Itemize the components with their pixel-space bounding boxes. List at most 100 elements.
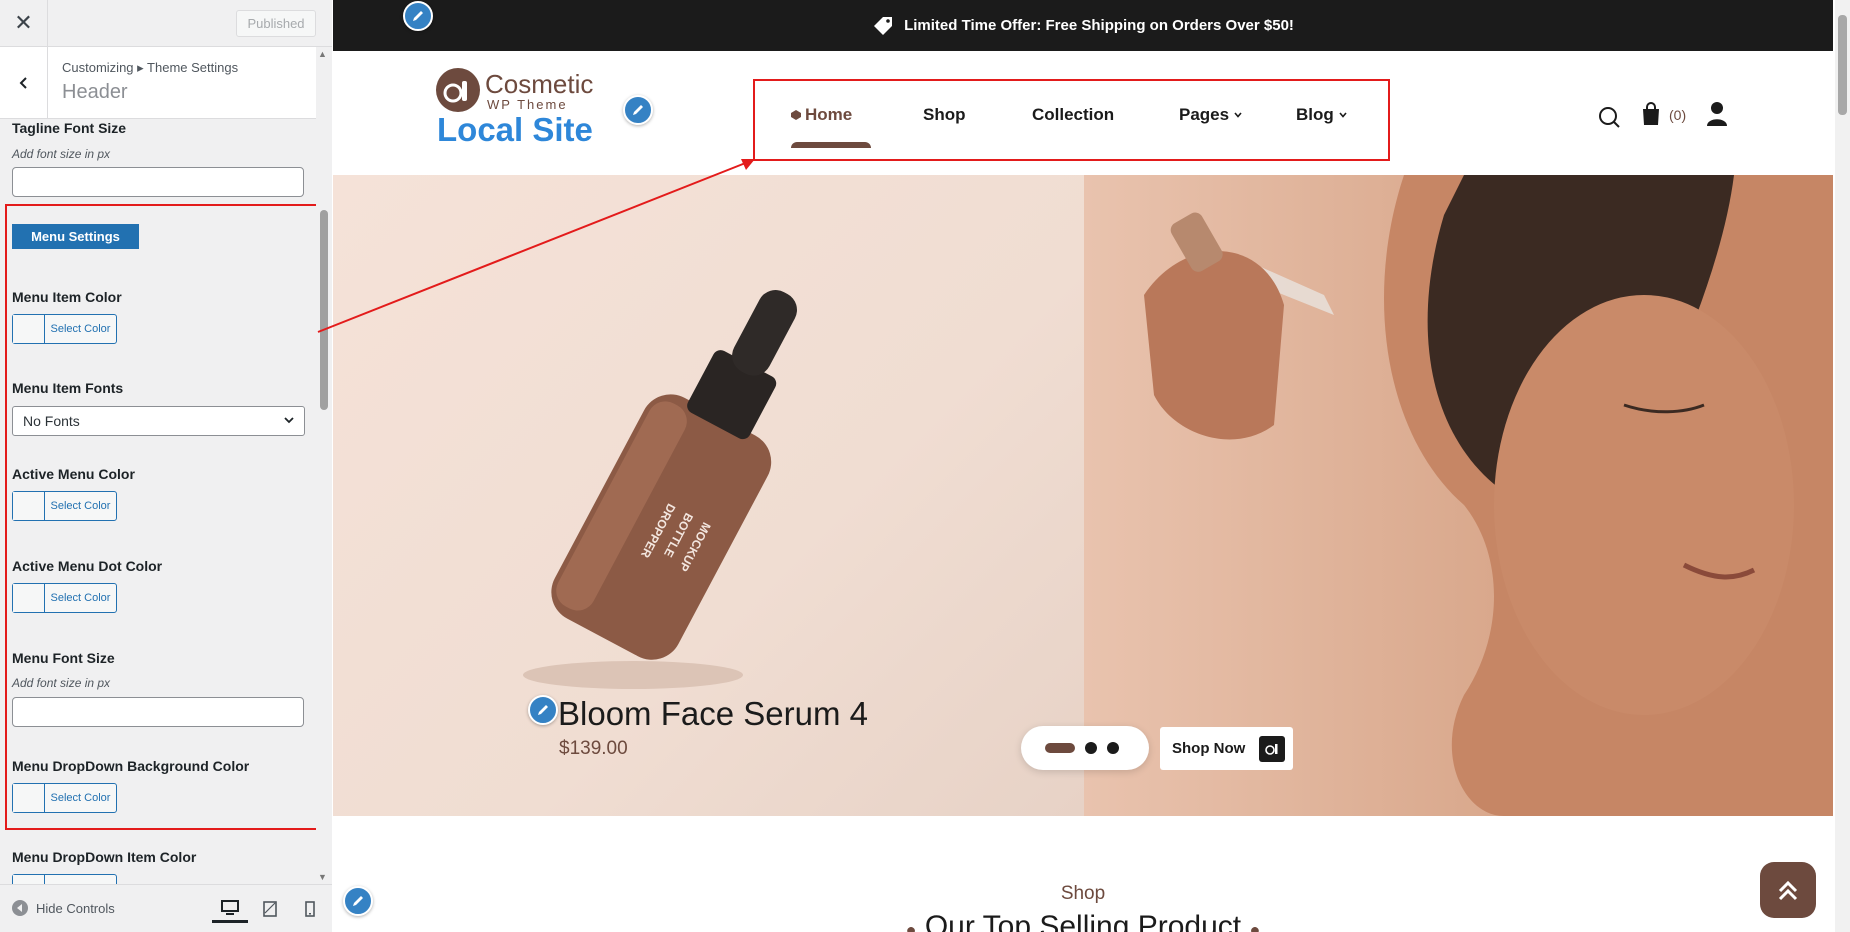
back-button[interactable] <box>0 47 48 119</box>
preview-mobile-button[interactable] <box>292 895 328 923</box>
close-customizer-button[interactable]: ✕ <box>0 0 48 46</box>
color-swatch <box>13 584 45 612</box>
menu-settings-heading: Menu Settings <box>12 224 139 249</box>
section-eyebrow: Shop <box>1060 883 1106 904</box>
sidebar-scrollbar[interactable] <box>316 47 332 884</box>
sidebar-scroll-thumb[interactable] <box>320 210 328 410</box>
nav-item-pages[interactable]: Pages <box>1179 105 1243 125</box>
chevron-down-icon <box>1234 112 1242 118</box>
slider-dot[interactable] <box>1085 742 1097 754</box>
nav-label: Collection <box>1032 105 1115 124</box>
logo-mark <box>436 68 480 112</box>
preview-scroll-thumb[interactable] <box>1838 15 1847 115</box>
hero-model-image <box>1084 175 1833 816</box>
nav-item-blog[interactable]: Blog <box>1296 105 1348 125</box>
preview-desktop-button[interactable] <box>212 895 248 923</box>
tagline-font-size-desc: Add font size in px <box>12 147 111 161</box>
edit-shortcut-slider[interactable] <box>528 695 558 725</box>
tablet-icon <box>263 901 277 917</box>
dropdown-bg-color-picker[interactable]: Select Color <box>12 783 117 813</box>
mobile-icon <box>305 901 315 917</box>
color-swatch <box>13 315 45 343</box>
promo-text: Limited Time Offer: Free Shipping on Ord… <box>904 17 1294 34</box>
publish-button[interactable]: Published <box>236 10 316 37</box>
slide-title[interactable]: Bloom Face Serum 4 <box>558 695 868 733</box>
select-color-label: Select Color <box>50 792 111 804</box>
customizer-header-bar: ✕ Published <box>0 0 332 47</box>
slider-dot[interactable] <box>1107 742 1119 754</box>
dropdown-item-color-label: Menu DropDown Item Color <box>12 849 197 865</box>
nav-label: Shop <box>923 105 966 124</box>
dropdown-item-color-picker[interactable]: Select Color <box>12 874 117 884</box>
customizer-footer: Hide Controls <box>0 884 332 932</box>
section-header: Customizing ▸ Theme Settings Header <box>0 47 316 119</box>
menu-item-fonts-select[interactable]: No Fonts <box>12 406 305 436</box>
active-menu-dot-color-label: Active Menu Dot Color <box>12 558 163 574</box>
active-menu-color-picker[interactable]: Select Color <box>12 491 117 521</box>
logo-subtitle: WP Theme <box>487 97 568 112</box>
nav-item-shop[interactable]: Shop <box>923 105 966 125</box>
double-chevron-up-icon <box>1778 880 1798 901</box>
section-heading: ● Our Top Selling Product ● <box>333 910 1833 932</box>
active-nav-indicator <box>791 142 871 148</box>
section-title: Header <box>62 81 128 103</box>
color-swatch <box>13 875 45 884</box>
chevron-down-icon <box>284 417 294 424</box>
heading-dot-icon: ● <box>1249 920 1261 932</box>
arrow-left-circle-icon <box>12 900 28 916</box>
color-swatch <box>13 492 45 520</box>
desktop-icon <box>221 899 239 915</box>
edit-shortcut-topbar[interactable] <box>403 1 433 31</box>
menu-font-size-label: Menu Font Size <box>12 650 115 666</box>
preview-scrollbar[interactable] <box>1835 0 1850 932</box>
customizer-sidebar: ✕ Published Customizing ▸ Theme Settings… <box>0 0 332 932</box>
back-to-top-button[interactable] <box>1760 862 1816 918</box>
logo-title: Cosmetic <box>485 69 594 99</box>
scroll-up-arrow-icon[interactable]: ▲ <box>318 49 327 59</box>
slider-pagination <box>1021 726 1149 770</box>
controls-panel: Tagline Font Size Add font size in px Me… <box>0 119 316 884</box>
slider-dot-active[interactable] <box>1045 743 1075 753</box>
menu-font-size-input[interactable] <box>12 697 304 727</box>
slide-price: $139.00 <box>559 738 628 759</box>
select-color-label: Select Color <box>50 500 111 512</box>
shop-now-label: Shop Now <box>1172 740 1246 757</box>
nav-item-home[interactable]: Home <box>791 105 852 125</box>
active-menu-color-label: Active Menu Color <box>12 466 135 482</box>
close-icon: ✕ <box>14 10 33 35</box>
shopping-bag-icon[interactable] <box>1640 101 1662 127</box>
nav-label: Pages <box>1179 105 1230 124</box>
hero-product-panel: DROPPER BOTTLE MOCKUP Bloom Face Serum 4… <box>333 175 1084 816</box>
site-title[interactable]: Local Site <box>437 111 593 149</box>
menu-item-color-label: Menu Item Color <box>12 289 122 305</box>
brand-mark-icon <box>1259 735 1286 762</box>
site-header: Cosmetic WP Theme Local Site Home Shop C… <box>333 51 1833 175</box>
cart-count[interactable]: (0) <box>1669 107 1686 123</box>
font-select-value: No Fonts <box>23 413 80 429</box>
dropdown-bg-color-label: Menu DropDown Background Color <box>12 758 250 774</box>
breadcrumb: Customizing ▸ Theme Settings <box>62 60 239 75</box>
pencil-icon <box>538 705 548 715</box>
nav-label: Home <box>805 105 853 124</box>
heading-dot-icon: ● <box>905 920 917 932</box>
edit-shortcut-logo[interactable] <box>623 95 653 125</box>
search-icon[interactable] <box>1597 105 1621 129</box>
promo-topbar: Limited Time Offer: Free Shipping on Ord… <box>333 0 1833 51</box>
scroll-down-arrow-icon[interactable]: ▼ <box>318 872 327 882</box>
nav-item-collection[interactable]: Collection <box>1032 105 1114 125</box>
menu-item-fonts-label: Menu Item Fonts <box>12 380 124 396</box>
section-heading-text: Our Top Selling Product <box>924 910 1242 932</box>
shop-now-button[interactable]: Shop Now <box>1160 727 1293 770</box>
preview-tablet-button[interactable] <box>252 895 288 923</box>
select-color-label: Select Color <box>45 875 116 884</box>
hide-controls-label: Hide Controls <box>36 900 115 916</box>
model-face-image <box>1144 175 1833 816</box>
menu-item-color-picker[interactable]: Select Color <box>12 314 117 344</box>
hide-controls-button[interactable]: Hide Controls <box>12 900 115 916</box>
pencil-icon <box>633 105 643 115</box>
tagline-font-size-input[interactable] <box>12 167 304 197</box>
active-menu-dot-color-picker[interactable]: Select Color <box>12 583 117 613</box>
tagline-font-size-label: Tagline Font Size <box>12 120 127 136</box>
tag-icon <box>874 16 893 35</box>
user-icon[interactable] <box>1706 101 1728 127</box>
